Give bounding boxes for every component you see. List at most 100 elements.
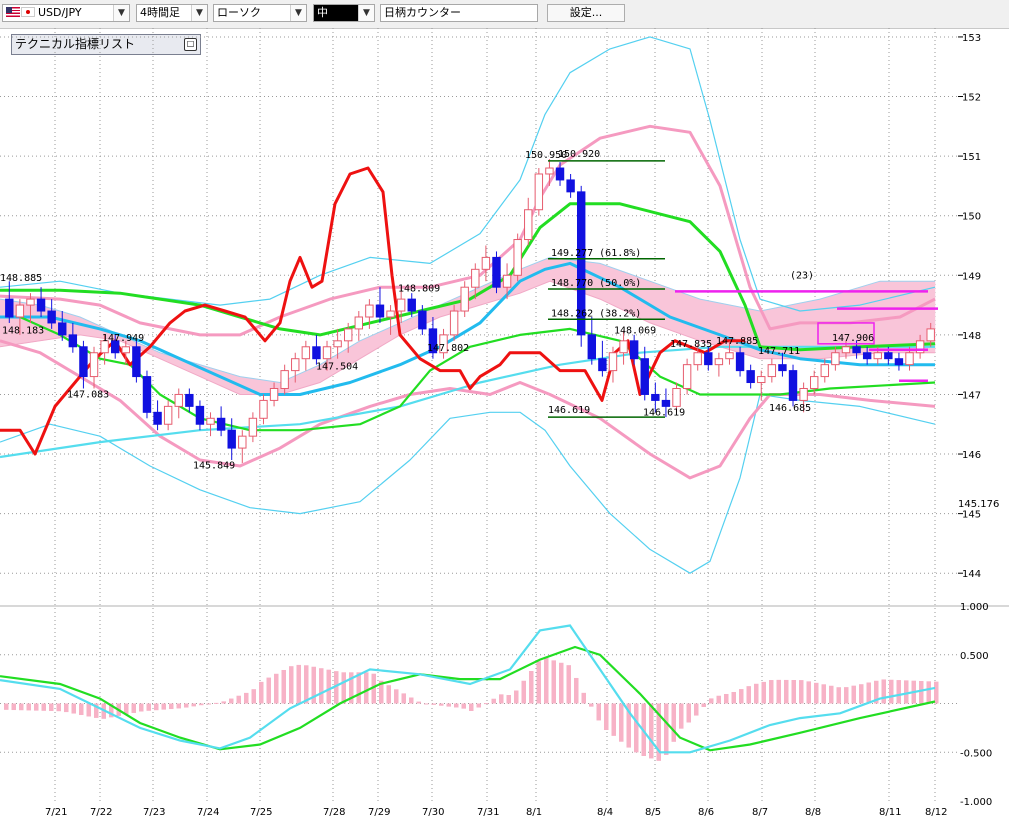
macd-bar [476,703,481,708]
date-label: 8/4 [597,807,613,818]
macd-bar [724,693,729,704]
macd-bar [364,672,369,704]
chart-area[interactable]: 150.920146.619149.277 (61.8%)148.770 (50… [0,28,1009,821]
candle-body [884,352,893,360]
macd-bar [739,689,744,704]
candle-body [862,352,872,360]
macd-bar [169,703,174,710]
macd-bar [694,703,699,716]
price-tick-label: 147 [962,390,981,401]
cloud-segment [694,296,701,342]
price-label: 146.685 [769,403,811,414]
candle-body [704,352,713,366]
chart-style-select[interactable]: ローソク ▼ [213,4,307,22]
date-label: 7/28 [323,807,345,818]
cloud-segment [479,284,486,306]
counter-field[interactable]: 日柄カウンター [380,4,538,22]
macd-bar [536,661,541,704]
candle-body [714,358,724,366]
price-label: 147.885 [716,336,758,347]
candle-body [121,346,131,354]
price-label: 148.069 [614,326,656,337]
timeframe-value: 4時間足 [140,6,180,19]
candle-body [386,310,395,318]
macd-bar [791,680,796,704]
candle-body [343,328,353,342]
macd-bar [679,703,684,729]
cloud-segment [24,302,31,344]
line-width-select[interactable]: 中 ▼ [313,4,375,22]
candle-body [820,364,830,378]
candle-body [354,316,364,330]
chevron-down-icon[interactable]: ▼ [191,5,207,21]
candle-body [89,352,99,378]
macd-bar [289,666,294,704]
candle-body [47,310,56,324]
macd-bar [274,673,279,704]
date-label: 7/22 [90,807,112,818]
date-label: 8/8 [805,807,821,818]
chevron-down-icon[interactable]: ▼ [113,5,129,21]
date-label: 7/21 [45,807,67,818]
macd-bar [814,682,819,704]
macd-bar [491,698,496,704]
date-label: 8/11 [879,807,901,818]
date-label: 7/24 [197,807,219,818]
macd-bar [304,665,309,704]
macd-bar [409,697,414,704]
candle-body [788,370,798,401]
macd-bar [11,703,16,711]
macd-bar [64,703,69,713]
price-label: 148.885 [0,273,42,284]
cloud-segment [299,370,306,389]
candle-body [216,417,226,431]
macd-bar [761,681,766,704]
candle-body [513,239,522,276]
candle-body [502,274,512,288]
macd-bar [356,672,361,704]
macd-bar [664,703,669,755]
macd-bar [596,703,601,721]
macd-bar [634,703,639,753]
macd-bar [49,703,54,712]
candle-body [58,322,67,336]
fib-level-label: 148.262 (38.2%) [551,308,641,319]
date-label: 8/6 [698,807,714,818]
macd-bar [431,703,436,705]
macd-bar [544,657,549,704]
cloud-segment [74,315,81,336]
macd-bar [469,703,474,711]
candle-body [185,393,194,407]
price-label: 148.809 [398,283,440,294]
macd-bar [199,703,204,706]
cloud-segment [704,299,711,345]
macd-bar [214,702,219,704]
candle-body [661,399,671,407]
price-tick-label: 153 [962,33,981,44]
symbol-select[interactable]: USD/JPY ▼ [2,4,130,22]
timeframe-select[interactable]: 4時間足 ▼ [136,4,208,22]
price-label: 147.711 [758,346,800,357]
line-width-value: 中 [317,6,328,19]
candle-body [132,346,141,378]
cloud-segment [354,340,361,363]
macd-bar [574,677,579,704]
chevron-down-icon[interactable]: ▼ [358,5,374,21]
counter-label: 日柄カウンター [384,6,461,19]
macd-bar [266,677,271,704]
macd-bar [461,703,466,709]
candle-body [206,417,215,425]
candle-body [767,364,777,378]
current-price-label: 145.176 [958,499,999,510]
macd-bar [611,703,616,736]
price-label: 146.619 [643,407,685,418]
macd-bar [506,695,511,704]
settings-button[interactable]: 設定... [547,4,625,22]
candle-body [566,179,575,193]
chevron-down-icon[interactable]: ▼ [290,5,306,21]
macd-bar [499,694,504,704]
macd-bar [649,703,654,759]
macd-bar [746,686,751,704]
price-tick-label: 146 [962,450,981,461]
macd-bar [709,698,714,704]
